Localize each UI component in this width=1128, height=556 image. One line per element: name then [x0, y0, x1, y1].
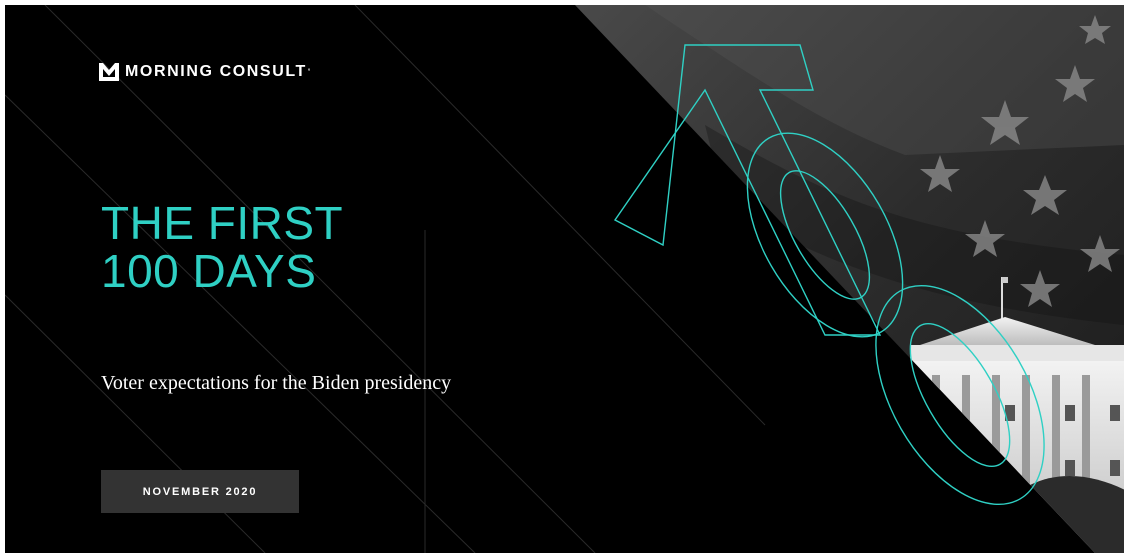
- title-slide: MORNING CONSULT° THE FIRST 100 DAYS Vote…: [5, 5, 1124, 553]
- date-badge: NOVEMBER 2020: [101, 470, 299, 513]
- subtitle: Voter expectations for the Biden preside…: [101, 372, 452, 394]
- morning-consult-logo-icon: [99, 63, 119, 81]
- title-line-2: 100 DAYS: [101, 245, 317, 297]
- morning-consult-logo: MORNING CONSULT°: [99, 63, 312, 81]
- title-line-1: THE FIRST: [101, 197, 344, 249]
- brand-name: MORNING CONSULT°: [125, 63, 312, 80]
- brand-trademark: °: [307, 69, 312, 75]
- page-title: THE FIRST 100 DAYS: [101, 199, 343, 295]
